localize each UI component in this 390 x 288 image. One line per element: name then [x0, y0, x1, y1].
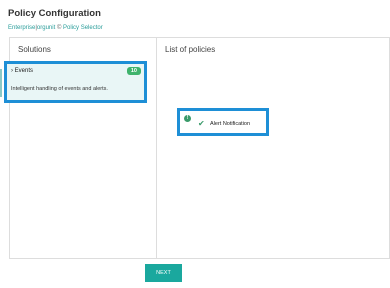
next-button[interactable]: NEXT — [145, 264, 182, 282]
solutions-heading: Solutions — [18, 45, 51, 54]
policies-column: List of policies — [157, 38, 389, 258]
chevron-right-icon: › — [11, 68, 13, 74]
solution-name: › Events — [11, 68, 33, 74]
policies-heading: List of policies — [165, 45, 216, 54]
breadcrumb-current: Policy Selector — [63, 25, 103, 31]
breadcrumb: Enterprise|orgunit © Policy Selector — [8, 25, 103, 31]
info-icon[interactable]: ! — [184, 115, 191, 122]
page-title: Policy Configuration — [8, 8, 101, 19]
policy-label: Alert Notification — [210, 121, 251, 127]
count-badge: 10 — [126, 67, 141, 75]
breadcrumb-org[interactable]: orgunit — [37, 25, 55, 31]
policy-item-alert-notification[interactable]: ! ✔ Alert Notification — [177, 108, 269, 136]
selection-accent — [0, 69, 2, 97]
solution-item-events[interactable]: › Events 10 Intelligent handling of even… — [0, 61, 147, 103]
solution-label: Events — [14, 68, 34, 74]
check-icon: ✔ — [198, 119, 205, 128]
breadcrumb-separator-icon: © — [56, 25, 62, 31]
solution-description: Intelligent handling of events and alert… — [11, 86, 108, 92]
breadcrumb-root[interactable]: Enterprise — [8, 25, 35, 31]
